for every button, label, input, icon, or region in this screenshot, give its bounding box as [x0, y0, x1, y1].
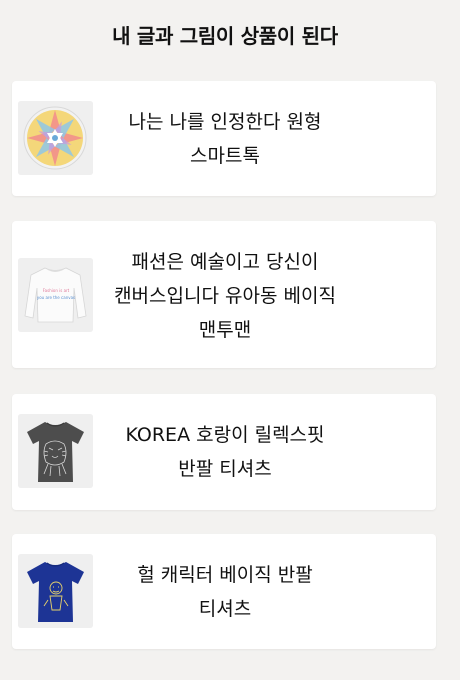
mandala-smarttok-icon: [18, 101, 93, 175]
product-name[interactable]: 나는 나를 인정한다 원형 스마트톡: [110, 105, 340, 173]
gray-tiger-tshirt-icon: [18, 414, 93, 488]
svg-text:you are the canvas: you are the canvas: [37, 295, 75, 300]
page-title: 내 글과 그림이 상품이 된다: [112, 24, 338, 48]
product-name[interactable]: 패션은 예술이고 당신이 캔버스입니다 유아동 베이직 맨투맨: [110, 245, 340, 347]
product-card-character-tshirt[interactable]: 헐 캐릭터 베이직 반팔 티셔츠: [12, 534, 436, 649]
product-thumbnail[interactable]: [18, 414, 93, 488]
product-name[interactable]: KOREA 호랑이 릴렉스핏 반팔 티셔츠: [110, 418, 340, 486]
navy-character-tshirt-icon: [18, 554, 93, 628]
product-name[interactable]: 헐 캐릭터 베이직 반팔 티셔츠: [110, 558, 340, 626]
product-card-tiger-tshirt[interactable]: KOREA 호랑이 릴렉스핏 반팔 티셔츠: [12, 394, 436, 510]
product-card-sweatshirt[interactable]: Fashion is art you are the canvas 패션은 예술…: [12, 221, 436, 368]
product-thumbnail[interactable]: Fashion is art you are the canvas: [18, 258, 93, 332]
svg-text:Fashion is art: Fashion is art: [43, 288, 70, 293]
white-sweatshirt-icon: Fashion is art you are the canvas: [18, 258, 93, 332]
product-card-smarttok[interactable]: 나는 나를 인정한다 원형 스마트톡: [12, 81, 436, 196]
product-thumbnail[interactable]: [18, 101, 93, 175]
product-thumbnail[interactable]: [18, 554, 93, 628]
